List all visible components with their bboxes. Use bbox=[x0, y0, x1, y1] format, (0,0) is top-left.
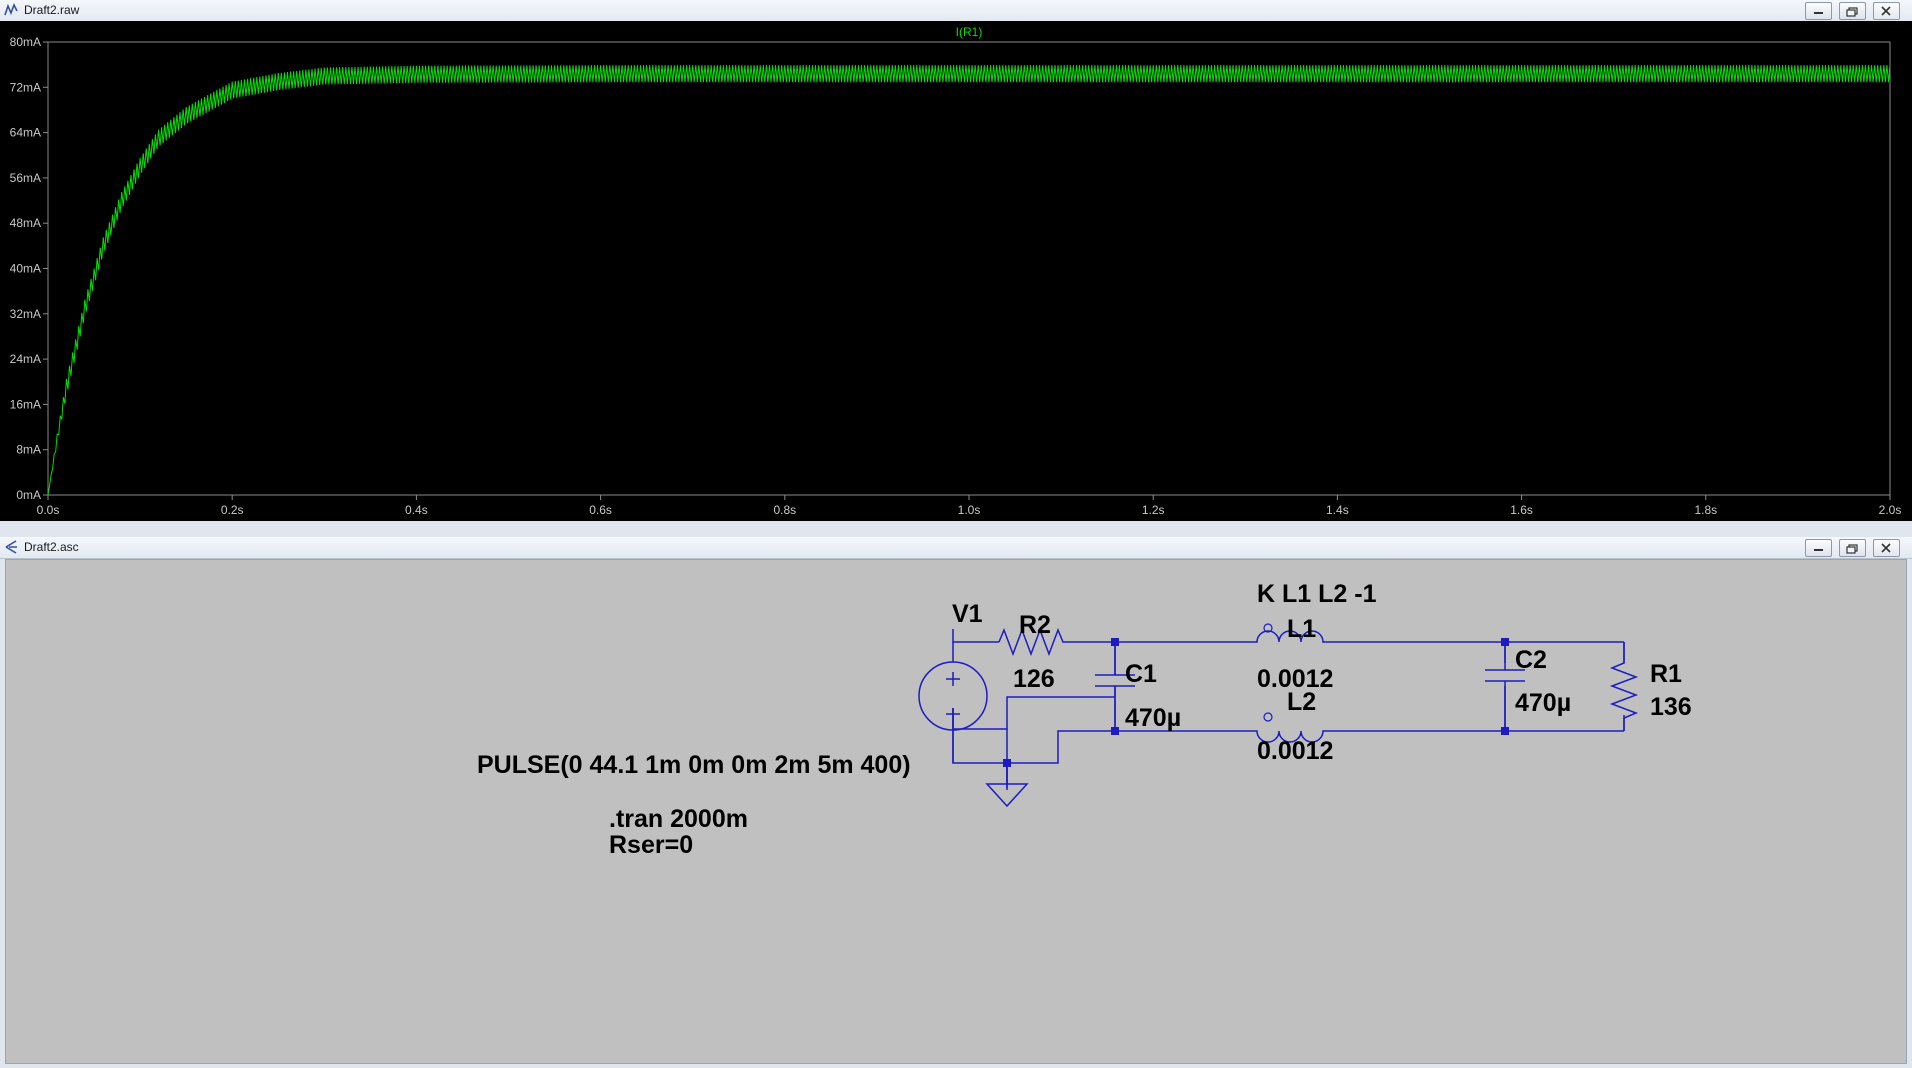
schematic-app-icon bbox=[5, 540, 17, 554]
r2-name[interactable]: R2 bbox=[1019, 611, 1051, 639]
trace-i-r1[interactable] bbox=[47, 65, 1891, 496]
rser-directive[interactable]: Rser=0 bbox=[609, 831, 693, 859]
junction-dots bbox=[1003, 638, 1509, 767]
coupling-directive[interactable]: K L1 L2 -1 bbox=[1257, 580, 1377, 608]
minimize-button[interactable] bbox=[1805, 2, 1832, 20]
tran-directive[interactable]: .tran 2000m bbox=[609, 805, 748, 833]
close-icon bbox=[1881, 6, 1891, 16]
x-tick-label: 1.0s bbox=[958, 503, 981, 517]
resistor-r1[interactable] bbox=[1609, 642, 1639, 731]
l2-name[interactable]: L2 bbox=[1287, 688, 1316, 716]
y-tick-label: 48mA bbox=[10, 216, 41, 230]
restore-icon bbox=[1846, 544, 1858, 554]
restore-button[interactable] bbox=[1839, 539, 1866, 557]
x-tick-label: 1.8s bbox=[1694, 503, 1717, 517]
x-tick-label: 0.8s bbox=[773, 503, 796, 517]
waveform-titlebar[interactable]: Draft2.raw bbox=[0, 0, 1912, 22]
schematic-window-title: Draft2.asc bbox=[24, 540, 79, 554]
minimize-button[interactable] bbox=[1805, 539, 1832, 557]
l1-name[interactable]: L1 bbox=[1287, 615, 1316, 643]
voltage-source-v1[interactable] bbox=[918, 642, 988, 763]
x-tick-label: 1.4s bbox=[1326, 503, 1349, 517]
trace-label[interactable]: I(R1) bbox=[956, 25, 983, 39]
ground-symbol[interactable] bbox=[985, 763, 1029, 808]
r2-value[interactable]: 126 bbox=[1013, 665, 1055, 693]
y-tick-label: 56mA bbox=[10, 171, 41, 185]
x-tick-label: 0.0s bbox=[37, 503, 60, 517]
x-tick-label: 1.6s bbox=[1510, 503, 1533, 517]
x-tick-label: 0.4s bbox=[405, 503, 428, 517]
c2-value[interactable]: 470µ bbox=[1515, 689, 1571, 717]
l2-value[interactable]: 0.0012 bbox=[1257, 737, 1333, 765]
r1-name[interactable]: R1 bbox=[1650, 660, 1682, 688]
minimize-icon bbox=[1814, 549, 1823, 551]
close-button[interactable] bbox=[1873, 539, 1900, 557]
close-button[interactable] bbox=[1873, 2, 1900, 20]
schematic-titlebar[interactable]: Draft2.asc bbox=[0, 537, 1912, 559]
y-tick-label: 0mA bbox=[16, 488, 41, 502]
x-tick-label: 0.6s bbox=[589, 503, 612, 517]
waveform-window[interactable]: Draft2.raw I(R1) 0mA 8mA 16mA 24mA 32mA 40mA 4… bbox=[0, 0, 1912, 526]
minimize-icon bbox=[1814, 12, 1823, 14]
c1-value[interactable]: 470µ bbox=[1125, 704, 1181, 732]
y-tick-label: 32mA bbox=[10, 307, 41, 321]
current-plot[interactable]: I(R1) 0mA 8mA 16mA 24mA 32mA 40mA 48mA 56mA 64mA… bbox=[0, 21, 1912, 521]
close-icon bbox=[1881, 543, 1891, 553]
v1-value[interactable]: PULSE(0 44.1 1m 0m 0m 2m 5m 400) bbox=[477, 751, 911, 779]
waveform-app-icon bbox=[4, 3, 18, 16]
y-tick-label: 80mA bbox=[10, 35, 41, 49]
y-tick-label: 24mA bbox=[10, 352, 41, 366]
waveform-window-title: Draft2.raw bbox=[24, 3, 80, 17]
y-tick-label: 16mA bbox=[10, 397, 41, 411]
r1-value[interactable]: 136 bbox=[1650, 693, 1692, 721]
v1-name[interactable]: V1 bbox=[952, 600, 983, 628]
y-tick-label: 72mA bbox=[10, 80, 41, 94]
plot-frame bbox=[47, 41, 1891, 496]
y-tick-label: 8mA bbox=[16, 443, 41, 457]
c1-name[interactable]: C1 bbox=[1125, 660, 1157, 688]
restore-button[interactable] bbox=[1839, 2, 1866, 20]
schematic-canvas[interactable]: V1 R2 126 C1 470µ K L1 L2 -1 L1 0.0012 L… bbox=[5, 559, 1907, 1064]
restore-icon bbox=[1846, 7, 1858, 17]
schematic-window[interactable]: Draft2.asc V1 R2 126 C1 470µ K L1 L2 -1 … bbox=[0, 537, 1912, 1067]
y-tick-label: 40mA bbox=[10, 262, 41, 276]
x-tick-label: 1.2s bbox=[1142, 503, 1165, 517]
c2-name[interactable]: C2 bbox=[1515, 646, 1547, 674]
x-tick-label: 2.0s bbox=[1879, 503, 1902, 517]
x-tick-label: 0.2s bbox=[221, 503, 244, 517]
plot-pane[interactable]: I(R1) 0mA 8mA 16mA 24mA 32mA 40mA 48mA 56mA 64mA… bbox=[0, 21, 1912, 521]
schematic-drawing[interactable]: V1 R2 126 C1 470µ K L1 L2 -1 L1 0.0012 L… bbox=[6, 560, 1906, 1063]
y-tick-label: 64mA bbox=[10, 126, 41, 140]
